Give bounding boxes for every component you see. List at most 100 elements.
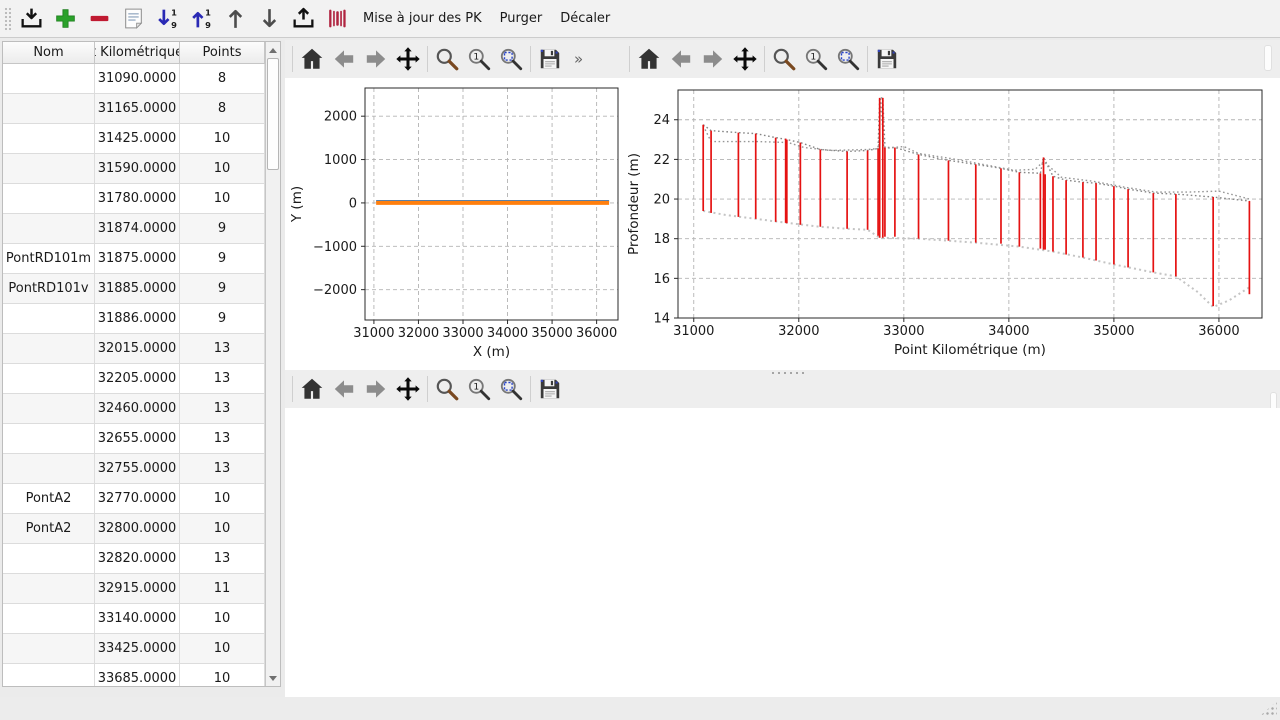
save-button[interactable] <box>871 43 903 75</box>
table-row[interactable]: 32205.000013 <box>3 364 265 394</box>
cell-pk[interactable]: 31590.0000 <box>95 154 180 184</box>
table-row[interactable]: 33685.000010 <box>3 664 265 686</box>
table-row[interactable]: 32755.000013 <box>3 454 265 484</box>
cell-pk[interactable]: 31875.0000 <box>95 244 180 274</box>
cell-pk[interactable]: 31874.0000 <box>95 214 180 244</box>
cell-pk[interactable]: 31886.0000 <box>95 304 180 334</box>
scroll-up-button[interactable] <box>266 43 280 57</box>
cell-points[interactable]: 10 <box>180 184 265 214</box>
plot-profondeur-canvas[interactable]: 3100032000330003400035000360001416182022… <box>622 78 1280 370</box>
home-button[interactable] <box>296 373 328 405</box>
export-button[interactable] <box>286 3 320 35</box>
column-header-nom[interactable]: Nom <box>3 42 95 64</box>
cell-pk[interactable]: 32015.0000 <box>95 334 180 364</box>
sort-desc-button[interactable]: 19 <box>184 3 218 35</box>
cell-pk[interactable]: 31885.0000 <box>95 274 180 304</box>
table-row[interactable]: 32655.000013 <box>3 424 265 454</box>
table-row[interactable]: 33425.000010 <box>3 634 265 664</box>
forward-button[interactable] <box>360 373 392 405</box>
zoom-one-button[interactable]: 1 <box>463 373 495 405</box>
table-row[interactable]: 31090.00008 <box>3 64 265 94</box>
cell-nom[interactable] <box>3 304 95 334</box>
cell-pk[interactable]: 31780.0000 <box>95 184 180 214</box>
cell-nom[interactable]: PontA2 <box>3 484 95 514</box>
table-row[interactable]: 32915.000011 <box>3 574 265 604</box>
cell-pk[interactable]: 32915.0000 <box>95 574 180 604</box>
shift-button[interactable]: Décaler <box>551 4 619 34</box>
add-button[interactable] <box>48 3 82 35</box>
cell-nom[interactable] <box>3 424 95 454</box>
table-scrollbar[interactable] <box>265 42 280 686</box>
pan-button[interactable] <box>729 43 761 75</box>
zoom-button[interactable] <box>768 43 800 75</box>
cell-nom[interactable] <box>3 64 95 94</box>
cell-nom[interactable]: PontRD101v <box>3 274 95 304</box>
forward-button[interactable] <box>360 43 392 75</box>
cell-pk[interactable]: 32460.0000 <box>95 394 180 424</box>
cell-points[interactable]: 10 <box>180 634 265 664</box>
zoom-fit-button[interactable] <box>495 373 527 405</box>
zoom-button[interactable] <box>431 43 463 75</box>
back-button[interactable] <box>328 43 360 75</box>
cell-pk[interactable]: 33140.0000 <box>95 604 180 634</box>
cell-nom[interactable] <box>3 334 95 364</box>
cell-nom[interactable] <box>3 184 95 214</box>
cell-nom[interactable] <box>3 94 95 124</box>
cell-pk[interactable]: 32205.0000 <box>95 364 180 394</box>
table-row[interactable]: 32460.000013 <box>3 394 265 424</box>
scroll-down-button[interactable] <box>266 671 280 685</box>
table-row[interactable]: PontRD101m31875.00009 <box>3 244 265 274</box>
plot-empty-canvas[interactable] <box>285 408 1280 697</box>
table-row[interactable]: 31425.000010 <box>3 124 265 154</box>
cell-points[interactable]: 13 <box>180 454 265 484</box>
table-row[interactable]: PontRD101v31885.00009 <box>3 274 265 304</box>
notes-button[interactable] <box>116 3 150 35</box>
cell-points[interactable]: 8 <box>180 64 265 94</box>
cell-points[interactable]: 13 <box>180 334 265 364</box>
panel-scrollbar-thumb[interactable] <box>1264 45 1272 71</box>
cell-nom[interactable] <box>3 124 95 154</box>
cell-points[interactable]: 9 <box>180 214 265 244</box>
cell-points[interactable]: 9 <box>180 274 265 304</box>
table-row[interactable]: 33140.000010 <box>3 604 265 634</box>
plot-xy-canvas[interactable]: 310003200033000340003500036000−2000−1000… <box>285 78 622 370</box>
cell-pk[interactable]: 31165.0000 <box>95 94 180 124</box>
table-row[interactable]: 32820.000013 <box>3 544 265 574</box>
move-down-button[interactable] <box>252 3 286 35</box>
cell-points[interactable]: 13 <box>180 424 265 454</box>
cell-points[interactable]: 13 <box>180 544 265 574</box>
table-row[interactable]: PontA232800.000010 <box>3 514 265 544</box>
table-row[interactable]: 31874.00009 <box>3 214 265 244</box>
save-button[interactable] <box>534 373 566 405</box>
purge-button[interactable]: Purger <box>491 4 552 34</box>
column-header-points[interactable]: Points <box>180 42 265 64</box>
zoom-fit-button[interactable] <box>832 43 864 75</box>
scrollbar-thumb[interactable] <box>267 58 279 170</box>
cell-nom[interactable] <box>3 364 95 394</box>
sort-asc-button[interactable]: 19 <box>150 3 184 35</box>
cell-pk[interactable]: 31425.0000 <box>95 124 180 154</box>
cell-nom[interactable] <box>3 454 95 484</box>
zoom-button[interactable] <box>431 373 463 405</box>
cell-nom[interactable] <box>3 634 95 664</box>
table-row[interactable]: 31886.00009 <box>3 304 265 334</box>
cell-points[interactable]: 13 <box>180 364 265 394</box>
cell-points[interactable]: 9 <box>180 244 265 274</box>
cell-points[interactable]: 9 <box>180 304 265 334</box>
cell-pk[interactable]: 32655.0000 <box>95 424 180 454</box>
resize-grip-icon[interactable] <box>1260 701 1277 716</box>
cell-points[interactable]: 10 <box>180 604 265 634</box>
table-row[interactable]: 31590.000010 <box>3 154 265 184</box>
cell-points[interactable]: 10 <box>180 664 265 686</box>
cell-points[interactable]: 10 <box>180 154 265 184</box>
zoom-one-button[interactable]: 1 <box>463 43 495 75</box>
zoom-one-button[interactable]: 1 <box>800 43 832 75</box>
zoom-fit-button[interactable] <box>495 43 527 75</box>
pan-button[interactable] <box>392 43 424 75</box>
toolbar-drag-handle[interactable] <box>3 6 11 32</box>
table-row[interactable]: 31780.000010 <box>3 184 265 214</box>
cell-nom[interactable] <box>3 154 95 184</box>
cell-nom[interactable] <box>3 214 95 244</box>
table-row[interactable]: 32015.000013 <box>3 334 265 364</box>
toolbar-overflow-chevron[interactable]: » <box>574 50 583 68</box>
